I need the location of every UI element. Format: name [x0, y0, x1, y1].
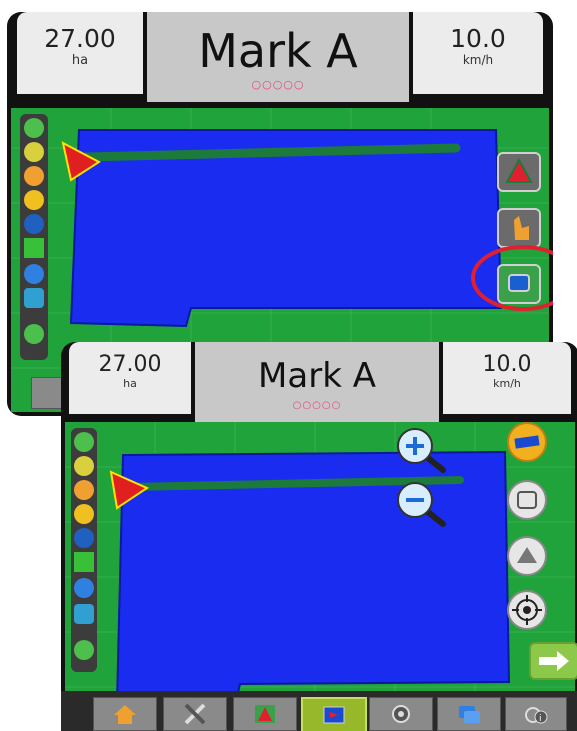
pager-dots[interactable]: ○○○○○	[293, 400, 342, 411]
status-sidebar	[71, 428, 97, 672]
highlight-circle	[471, 245, 553, 311]
speed-unit: km/h	[462, 53, 494, 67]
page-title: Mark A	[258, 356, 376, 396]
tilt-icon[interactable]	[74, 528, 94, 548]
field-map-svg	[65, 422, 575, 731]
page-title-container: Mark A ○○○○○	[195, 342, 439, 424]
status-sidebar	[20, 114, 48, 360]
water-drop-icon[interactable]	[24, 264, 44, 284]
sprayer-icon[interactable]	[24, 288, 44, 308]
next-page-button[interactable]	[529, 642, 577, 680]
home-tab[interactable]	[93, 697, 157, 731]
field-map-tab[interactable]	[301, 697, 367, 731]
field-map-area[interactable]	[65, 422, 575, 731]
sprayer-icon[interactable]	[74, 604, 94, 624]
zoom-out-icon[interactable]	[395, 480, 449, 530]
page-title: Mark A	[198, 24, 358, 78]
speed-display[interactable]: 10.0 km/h	[443, 342, 571, 414]
area-value: 27.00	[98, 352, 162, 377]
pager-dots[interactable]: ○○○○○	[252, 78, 305, 91]
link-icon[interactable]	[74, 640, 94, 660]
link-icon[interactable]	[24, 324, 44, 344]
tractor-icon[interactable]	[74, 480, 94, 500]
speed-unit: km/h	[493, 377, 521, 390]
water-drop-icon[interactable]	[74, 578, 94, 598]
zoom-in-icon[interactable]	[395, 426, 449, 476]
info-tab[interactable]: i	[505, 697, 567, 731]
vehicle-view-button[interactable]	[497, 152, 541, 192]
area-unit: ha	[71, 53, 89, 68]
bottom-tab-bar: i	[61, 691, 577, 731]
camera-tab[interactable]	[369, 697, 433, 731]
gps-icon[interactable]	[74, 552, 94, 572]
svg-text:i: i	[539, 714, 542, 724]
perspective-button[interactable]	[507, 536, 547, 576]
target-icon[interactable]	[74, 504, 94, 524]
bottom-screen: 27.00 ha Mark A ○○○○○ 10.0 km/h i	[61, 342, 577, 731]
field-boundary	[115, 450, 511, 708]
gps-icon[interactable]	[24, 238, 44, 258]
speed-display[interactable]: 10.0 km/h	[413, 12, 543, 94]
page-title-container: Mark A ○○○○○	[147, 12, 409, 102]
vehicle-orientation-toggle[interactable]	[507, 422, 547, 462]
speed-value: 10.0	[450, 24, 506, 53]
area-display[interactable]: 27.00 ha	[69, 342, 191, 414]
boom-icon[interactable]	[24, 142, 44, 162]
implement-icon[interactable]	[74, 432, 94, 452]
guidance-tab[interactable]	[233, 697, 297, 731]
boom-icon[interactable]	[74, 456, 94, 476]
tilt-icon[interactable]	[24, 214, 44, 234]
area-unit: ha	[123, 377, 137, 390]
tractor-icon[interactable]	[24, 166, 44, 186]
tools-tab[interactable]	[163, 697, 227, 731]
area-value: 27.00	[44, 24, 116, 53]
field-extents-button[interactable]	[507, 480, 547, 520]
area-display[interactable]: 27.00 ha	[17, 12, 143, 94]
settings-tab[interactable]	[437, 697, 501, 731]
speed-value: 10.0	[482, 352, 532, 377]
target-icon[interactable]	[24, 190, 44, 210]
implement-icon[interactable]	[24, 118, 44, 138]
center-vehicle-button[interactable]	[507, 590, 547, 630]
